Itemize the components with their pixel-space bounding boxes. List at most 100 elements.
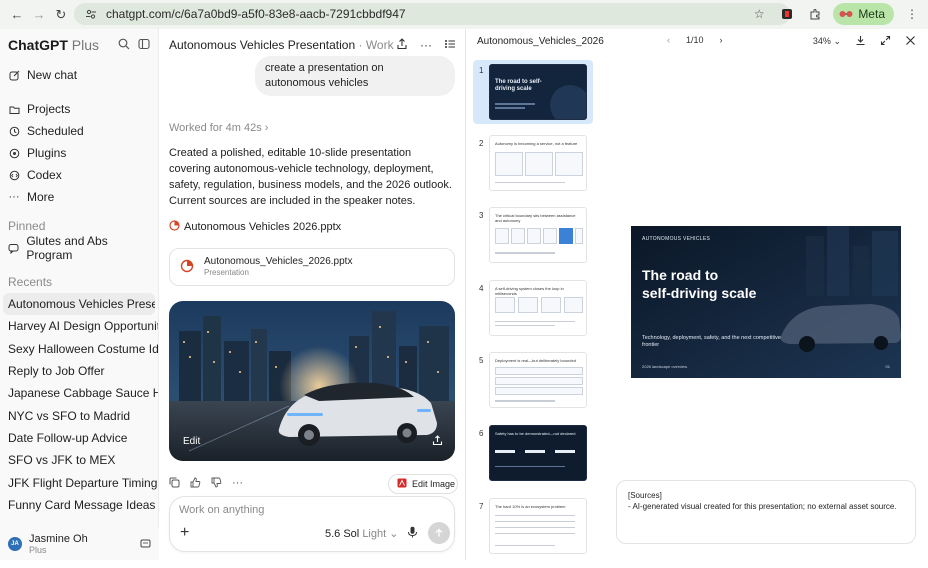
sidebar-item-label: New chat [27,68,78,82]
download-icon[interactable] [855,35,866,48]
sidebar-item-label: Codex [27,168,62,182]
puzzle-extensions-icon[interactable] [805,4,825,24]
slide-footer: 2026 landscape overview [642,364,688,369]
file-link[interactable]: Autonomous Vehicles 2026.pptx [169,220,341,234]
folder-icon [8,103,20,115]
worked-for-toggle[interactable]: Worked for 4m 42s › [169,122,268,134]
slide-subtitle: Technology, deployment, safety, and the … [642,335,781,348]
zoom-selector[interactable]: 34% ⌄ [813,36,841,47]
reload-icon[interactable]: ↻ [50,4,72,26]
slide-thumbnail[interactable]: 3 The critical boundary sits between ass… [473,205,593,278]
slide-number: 4 [479,283,484,293]
thumbs-up-icon[interactable] [190,477,201,491]
file-link-text: Autonomous Vehicles 2026.pptx [184,221,342,233]
more-actions-icon[interactable]: ··· [232,477,243,491]
slide-title-line: The road to [642,267,719,283]
recent-chat-item[interactable]: Sexy Halloween Costume Ideas [0,338,158,360]
page-indicator: 1/10 [686,35,704,45]
preview-title: Autonomous_Vehicles_2026 [477,35,604,47]
send-button[interactable] [428,522,450,544]
chat-bubble-icon [8,242,19,254]
profile-label: Meta [858,7,885,21]
user-name: Jasmine Oh [29,533,88,545]
recent-chat-item[interactable]: NYC vs SFO to Madrid [0,404,158,426]
slide-number: 7 [479,501,484,511]
sources-line: - AI-generated visual created for this p… [628,502,897,511]
glasses-icon [839,7,853,21]
share-icon[interactable] [396,37,408,53]
prev-page-icon[interactable]: ‹ [667,35,670,45]
slide-thumbnail[interactable]: 4 A self-driving system closes the loop … [473,278,593,351]
brand-title[interactable]: ChatGPT Plus [8,37,99,53]
sidebar-header: ChatGPT Plus [0,29,158,61]
recent-chat-item[interactable]: Date Follow-up Advice [0,427,158,449]
slide-thumb-title: The road to self-driving scale [495,79,542,92]
thumbs-down-icon[interactable] [211,477,222,491]
add-attachment-icon[interactable]: + [180,524,189,542]
slide-thumbnail[interactable]: 1 The road to self-driving scale [473,60,593,133]
recent-chat-item[interactable]: Japanese Cabbage Sauce Help [0,382,158,404]
copy-icon[interactable] [169,477,180,491]
recent-chat-item[interactable]: JFK Flight Departure Timing [0,471,158,493]
current-slide[interactable]: AUTONOMOUS VEHICLES The road to self-dri… [631,226,901,378]
browser-toolbar: ← → ↻ chatgpt.com/c/6a7a0bd9-a5f0-83e8-a… [0,0,928,29]
more-options-icon[interactable]: ··· [420,38,432,53]
sidebar-item-label: Plugins [27,146,67,160]
recent-chat-item[interactable]: Funny Card Message Ideas [0,494,158,516]
browser-menu-icon[interactable]: ⋮ [902,4,922,24]
sidebar-item-plugins[interactable]: Plugins [0,142,158,164]
model-selector[interactable]: 5.6 Sol Light ⌄ [325,527,398,540]
message-composer[interactable]: Work on anything + 5.6 Sol Light ⌄ [169,496,455,552]
sidebar-item-pinned[interactable]: Glutes and Abs Program [0,234,158,262]
slide-thumbnail[interactable]: 2 Autonomy is becoming a service, not a … [473,133,593,206]
close-icon[interactable] [905,35,916,48]
slide-thumbnail[interactable]: 5 Deployment is real—but deliberately bo… [473,350,593,423]
workspace-icon[interactable] [140,537,151,552]
task-list-icon[interactable] [444,38,456,53]
slide-thumbnail[interactable]: 6 Safety has to be demonstrated—not decl… [473,423,593,496]
speaker-notes[interactable]: [Sources] - AI-generated visual created … [616,480,916,544]
car-city-image [169,301,455,461]
expand-icon[interactable] [880,35,891,48]
site-info-icon[interactable] [84,7,98,21]
sidebar-item-label: More [27,190,55,204]
slide-title: The road to self-driving scale [642,266,802,302]
generated-image[interactable]: Edit [169,301,455,461]
search-icon[interactable] [118,38,130,53]
recent-chat-item[interactable]: Harvey AI Design Opportunity [0,315,158,337]
bookmark-star-icon[interactable]: ☆ [749,4,769,24]
slide-number: 6 [479,428,484,438]
slide-number: 1 [479,66,484,75]
sidebar-item-more[interactable]: ··· More [0,186,158,208]
sidebar-item-new-chat[interactable]: New chat [0,64,158,86]
user-account[interactable]: JA Jasmine Oh Plus [0,528,159,560]
back-icon[interactable]: ← [6,4,28,26]
microphone-icon[interactable] [407,526,418,541]
edit-image-button[interactable]: Edit Image [388,474,458,494]
sidebar-item-codex[interactable]: Codex [0,164,158,186]
recent-chat-item[interactable]: Reply to Job Offer [0,360,158,382]
chat-title[interactable]: Autonomous Vehicles Presentation · Work [169,38,394,52]
slide-thumbnail[interactable]: 7 The hard 10% is an ecosystem problem [473,496,593,568]
sidebar-toggle-icon[interactable] [138,38,150,53]
sidebar-item-projects[interactable]: Projects [0,98,158,120]
address-bar[interactable]: chatgpt.com/c/6a7a0bd9-a5f0-83e8-aacb-72… [74,3,790,25]
slide-background-image [631,226,901,378]
chat-title-text: Autonomous Vehicles Presentation [169,38,356,52]
profile-button[interactable]: Meta [833,3,894,25]
url-text: chatgpt.com/c/6a7a0bd9-a5f0-83e8-aacb-72… [106,7,406,21]
upload-share-icon[interactable] [432,435,443,449]
file-attachment-card[interactable]: Autonomous_Vehicles_2026.pptx Presentati… [169,248,455,286]
recent-chat-item[interactable]: Autonomous Vehicles Presentation [3,293,155,316]
forward-icon[interactable]: → [28,4,50,26]
recent-chat-item[interactable]: SFO vs JFK to MEX [0,449,158,471]
slide-thumb-title: Autonomy is becoming a service, not a fe… [495,140,578,146]
clock-icon [8,125,20,137]
next-page-icon[interactable]: › [720,35,723,45]
sidebar-item-scheduled[interactable]: Scheduled [0,120,158,142]
image-edit-label[interactable]: Edit [183,436,200,447]
extension-icon[interactable] [777,4,797,24]
composer-input[interactable]: Work on anything [179,504,264,516]
sidebar-item-label: Glutes and Abs Program [26,234,108,262]
chevron-right-icon: › [264,122,269,134]
